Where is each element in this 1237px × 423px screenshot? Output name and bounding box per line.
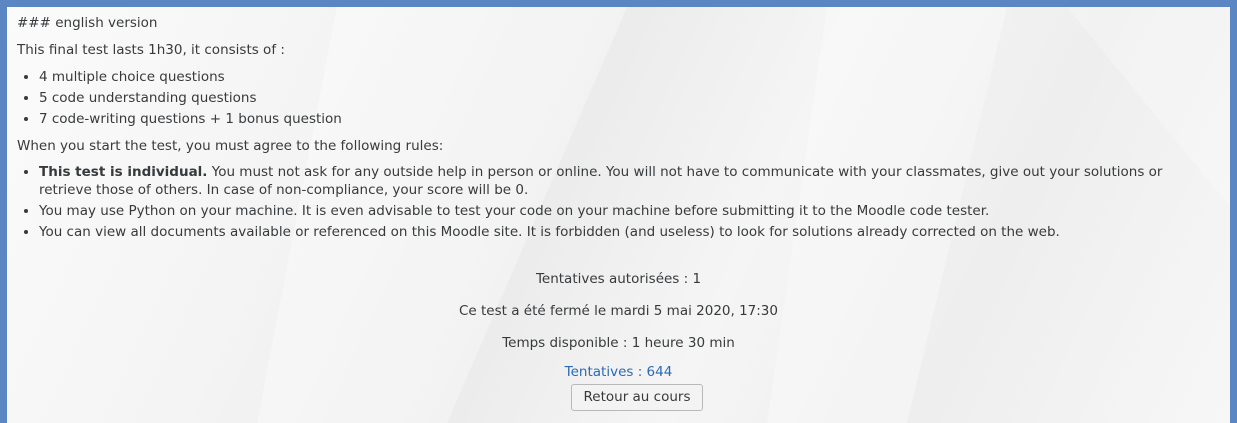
rule-individual: This test is individual. You must not as…	[39, 163, 1217, 199]
list-item: 7 code-writing questions + 1 bonus quest…	[39, 109, 1217, 130]
test-components-list: 4 multiple choice questions 5 code under…	[17, 67, 1217, 130]
rule-text: You can view all documents available or …	[39, 224, 1060, 240]
rule-documents: You can view all documents available or …	[39, 223, 1217, 241]
list-item: 4 multiple choice questions	[39, 67, 1217, 88]
rule-bold-text: This test is individual.	[39, 164, 208, 180]
rule-text: You may use Python on your machine. It i…	[39, 203, 990, 219]
test-duration-text: This final test lasts 1h30, it consists …	[17, 42, 285, 58]
rule-python: You may use Python on your machine. It i…	[39, 202, 1217, 220]
time-limit: Temps disponible : 1 heure 30 min	[502, 335, 735, 351]
quiz-closed-date: Ce test a été fermé le mardi 5 mai 2020,…	[458, 303, 778, 319]
quiz-description: ### english version This final test last…	[17, 13, 1217, 247]
rules-intro-text: When you start the test, you must agree …	[17, 138, 444, 154]
english-version-heading: ### english version	[17, 15, 158, 31]
attempts-allowed: Tentatives autorisées : 1	[535, 271, 702, 287]
rule-text: You must not ask for any outside help in…	[39, 164, 1163, 198]
list-item: 5 code understanding questions	[39, 88, 1217, 109]
back-to-course-button[interactable]: Retour au cours	[571, 384, 703, 411]
rules-list: This test is individual. You must not as…	[17, 163, 1217, 241]
attempts-link[interactable]: Tentatives : 644	[7, 362, 1230, 383]
